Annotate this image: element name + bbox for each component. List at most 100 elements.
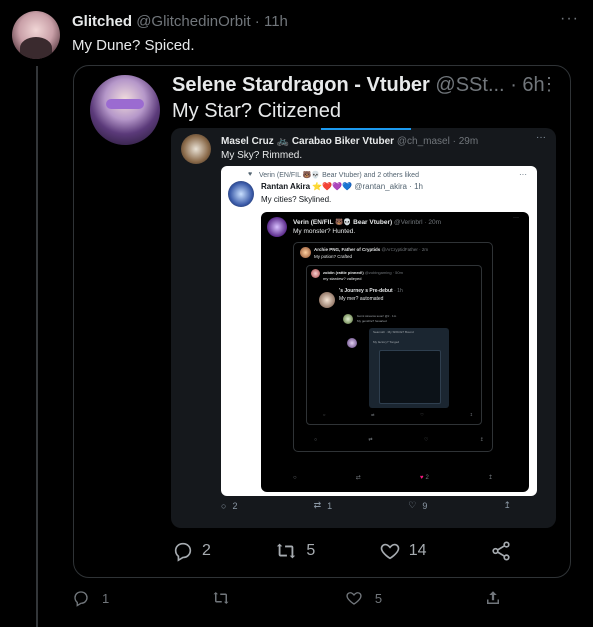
nested-dark-tweet-5: 's Journey s Pre-debut · 1h My mer? auto… (319, 284, 479, 418)
deep-avatar-2 (347, 338, 357, 348)
screenshot-avatar (181, 134, 211, 164)
screenshot-more-icon: ··· (536, 132, 546, 143)
author-handle[interactable]: @GlitchedinOrbit (136, 13, 250, 30)
dark2-like-icon: ♥ (419, 474, 424, 481)
deep-line-3: Seamoth · My SPACE? Bound (373, 330, 414, 334)
retweet-button[interactable] (211, 589, 243, 607)
deep-line-1: bunni streams soon! @z · 1m (357, 314, 397, 318)
dark3-actions: ○ ⇄ ♡ ↥ (314, 437, 484, 443)
dark3-avatar (300, 247, 311, 258)
screenshot-like: ♡ 9 (408, 500, 427, 511)
screenshot-display-name: Masel Cruz (221, 136, 274, 147)
author-display-name[interactable]: Glitched (72, 13, 132, 30)
attached-screenshot-image[interactable]: Masel Cruz 🚲 Carabao Biker Vtuber @ch_ma… (171, 128, 556, 528)
nested-dark-tweet-2: Verin (EN/FIL 🐻💀 Bear Vtuber) @Verinbrl … (261, 212, 529, 492)
dark2-like-count: 2 (425, 474, 429, 481)
white-header: Rantan Akira ⭐❤️💜💙 @rantan_akira · 1h (261, 182, 424, 191)
reply-button[interactable]: 1 (72, 589, 109, 607)
dark3-text: My potion? Crafted (314, 254, 353, 259)
white-time: 1h (414, 182, 424, 191)
tweet-text: My Dune? Spiced. (72, 37, 195, 54)
deep-screenshot-box: Seamoth · My SPACE? Bound My factory? To… (369, 328, 449, 408)
tweet-header: Glitched @GlitchedinOrbit · 11h (72, 13, 288, 30)
quoted-header: Selene Stardragon - Vtuber @SSt... · 6h (172, 74, 545, 97)
quoted-retweet-button[interactable]: 5 (274, 540, 315, 562)
retweet-icon (277, 543, 296, 559)
screenshot-actions: ○ 2 ⇄ 1 ♡ 9 ↥ (221, 500, 511, 511)
progress-highlight (321, 128, 411, 130)
dark2-display-name: Verin (EN/FIL 🐻💀 Bear Vtuber) (293, 219, 393, 226)
heart-outline-icon (380, 543, 400, 560)
quoted-more-icon[interactable]: ⋮ (540, 74, 558, 95)
screenshot-time: 29m (458, 136, 479, 147)
heart-icon: ♥ (248, 171, 253, 178)
quoted-separator: · (510, 74, 517, 96)
quoted-handle[interactable]: @SSt... (435, 74, 504, 96)
dark2-handle: @Verinbrl (393, 219, 423, 226)
dark4-time: 50m (395, 270, 403, 275)
avatar[interactable] (12, 11, 60, 59)
dark4-header: zobiin (rattle pinned!) @zobingaming · 5… (323, 270, 403, 275)
thread-connector-line (36, 66, 38, 627)
like-count: 5 (374, 590, 383, 606)
screenshot-retweet: ⇄ 1 (314, 500, 333, 511)
dark4-retweet-icon: ⇄ (371, 412, 375, 417)
screenshot-like-icon: ♡ (408, 500, 417, 510)
tweet-timestamp[interactable]: 11h (264, 13, 288, 30)
white-handle: @rantan_akira (354, 182, 407, 191)
heart-outline-icon (346, 592, 362, 605)
dark2-actions: ○ ⇄ ♥ 2 ↥ (293, 474, 493, 482)
reply-icon (174, 542, 192, 562)
tweet-action-bar: 1 5 (72, 589, 502, 607)
deepest-nested-content: bunni streams soon! @z · 1m My gensfire?… (343, 312, 475, 414)
dark2-more-icon: ··· (513, 215, 519, 221)
white-more-icon: ··· (519, 170, 527, 179)
quoted-like-button[interactable]: 14 (379, 540, 427, 562)
quoted-action-bar: 2 5 14 (172, 540, 512, 562)
quoted-retweet-count: 5 (306, 542, 316, 559)
dark4-reply-icon: ○ (323, 412, 326, 417)
dark3-handle: @ArCryptidFather (381, 247, 418, 252)
dark2-share-icon: ↥ (487, 475, 493, 481)
share-button[interactable] (484, 589, 502, 607)
dark5-text: My mer? automated (339, 296, 384, 302)
dark4-display-name: zobiin (rattle pinned!) (323, 270, 364, 275)
reply-icon (74, 591, 88, 607)
reply-count: 1 (102, 590, 110, 606)
quoted-text: My Star? Citizened (172, 100, 341, 122)
dark3-display-name: Archie PNG, Father of Cryptids (314, 247, 381, 252)
share-icon (487, 591, 499, 604)
quoted-share-button[interactable] (490, 540, 512, 562)
quoted-tweet-card[interactable]: Selene Stardragon - Vtuber @SSt... · 6h … (73, 65, 571, 578)
dark4-actions: ○ ⇄ ♡ ↥ (323, 412, 473, 417)
dark3-share-icon: ↥ (479, 437, 484, 443)
dark5-display-name: 's Journey s Pre-debut (339, 288, 393, 294)
quoted-reply-button[interactable]: 2 (172, 540, 211, 562)
dark3-time: 2m (421, 247, 429, 252)
dark3-header: Archie PNG, Father of Cryptids @ArCrypti… (314, 247, 429, 252)
nested-white-tweet: ♥ Verin (EN/FIL 🐻💀 Bear Vtuber) and 2 ot… (221, 166, 537, 496)
white-display-name: Rantan Akira (261, 182, 311, 191)
screenshot-text: My Sky? Rimmed. (221, 150, 303, 161)
deep-avatar-1 (343, 314, 353, 324)
dark2-retweet-icon: ⇄ (355, 475, 361, 481)
dark3-like-icon: ♡ (423, 437, 429, 443)
screenshot-reply-count: 2 (232, 500, 238, 511)
dark4-like-icon: ♡ (420, 412, 424, 417)
quoted-display-name[interactable]: Selene Stardragon - Vtuber (172, 74, 430, 96)
deep-line-2: My gensfire? hesarted (357, 319, 387, 323)
dark2-time: 20m (428, 219, 442, 226)
screenshot-retweet-icon: ⇄ (313, 500, 322, 510)
more-options-icon[interactable]: ··· (560, 10, 579, 28)
dark4-handle: @zobingaming (364, 270, 392, 275)
dark4-share-icon: ↥ (469, 412, 473, 417)
dark5-time: 1h (397, 288, 403, 294)
quoted-avatar[interactable] (90, 75, 160, 145)
liked-by-line: Verin (EN/FIL 🐻💀 Bear Vtuber) and 2 othe… (259, 172, 419, 179)
bike-icon: 🚲 (276, 136, 290, 147)
like-button[interactable]: 5 (345, 589, 382, 607)
dark2-like-group: ♥ 2 (420, 474, 429, 481)
quoted-like-count: 14 (408, 542, 427, 559)
separator-dot: · (254, 13, 260, 30)
nested-dark-tweet-3: Archie PNG, Father of Cryptids @ArCrypti… (293, 242, 493, 452)
